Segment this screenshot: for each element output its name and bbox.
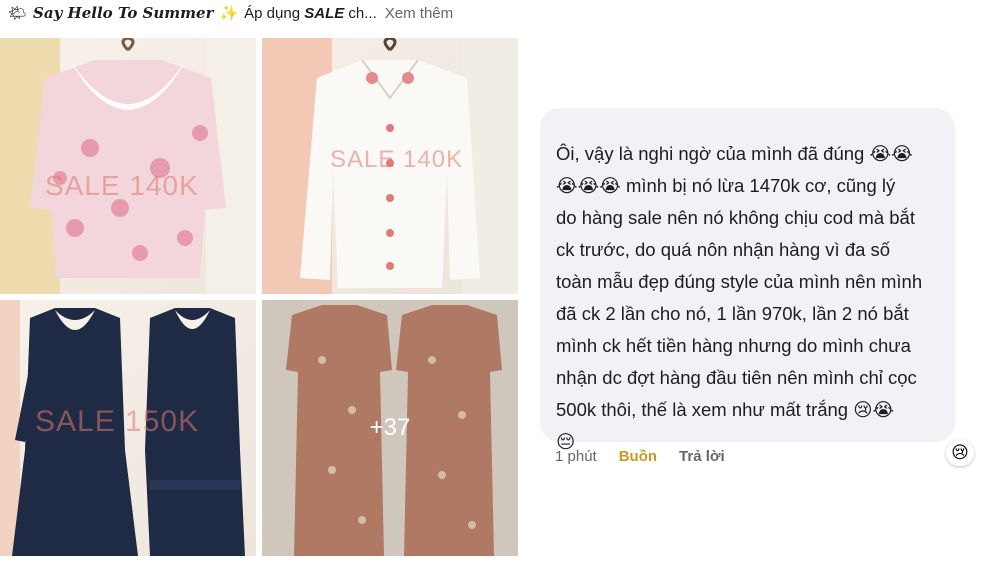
more-photos-count: +37 — [369, 414, 411, 441]
sun-cloud-icon: 🌤 — [8, 5, 28, 22]
comment-actions: 1 phút Buồn Trả lời — [555, 448, 725, 465]
reaction-button[interactable]: Buồn — [619, 448, 657, 465]
photo-tile-2[interactable]: SALE 140K — [262, 38, 518, 294]
see-more-link[interactable]: Xem thêm — [385, 5, 453, 22]
sale-price-label: SALE 140K — [330, 146, 464, 173]
post-text-suffix: ch... — [348, 4, 377, 22]
comment-text: Ôi, vậy là nghi ngờ của mình đã đúng 😭😭 … — [556, 143, 923, 452]
sale-price-label: SALE 140K — [45, 170, 199, 201]
post-text-sale: SALE — [304, 4, 345, 22]
photo-tile-4[interactable]: +37 — [262, 300, 518, 556]
reaction-badge-emoji: 😢 — [951, 443, 969, 462]
comment-time[interactable]: 1 phút — [555, 448, 597, 465]
photo-grid: SALE 140K SALE 140K SALE 150K +37 — [0, 38, 518, 556]
post-header: 🌤 Say Hello To Summer ✨ Áp dụng SALE ch.… — [8, 0, 518, 26]
comment-bubble: Ôi, vậy là nghi ngờ của mình đã đúng 😭😭 … — [540, 108, 955, 452]
photo-tile-3[interactable]: SALE 150K — [0, 300, 256, 556]
floral-collar-blouse-icon — [0, 38, 256, 294]
sale-price-label: SALE 150K — [35, 405, 200, 438]
reply-button[interactable]: Trả lời — [679, 448, 725, 465]
sparkle-icon: ✨ — [219, 5, 239, 22]
post-title: Say Hello To Summer — [33, 4, 214, 22]
more-photos-overlay[interactable]: +37 — [262, 300, 518, 556]
post-text-prefix: Áp dụng — [244, 4, 301, 22]
sad-reaction-icon[interactable]: 😢 — [946, 440, 974, 466]
photo-tile-1[interactable]: SALE 140K — [0, 38, 256, 294]
